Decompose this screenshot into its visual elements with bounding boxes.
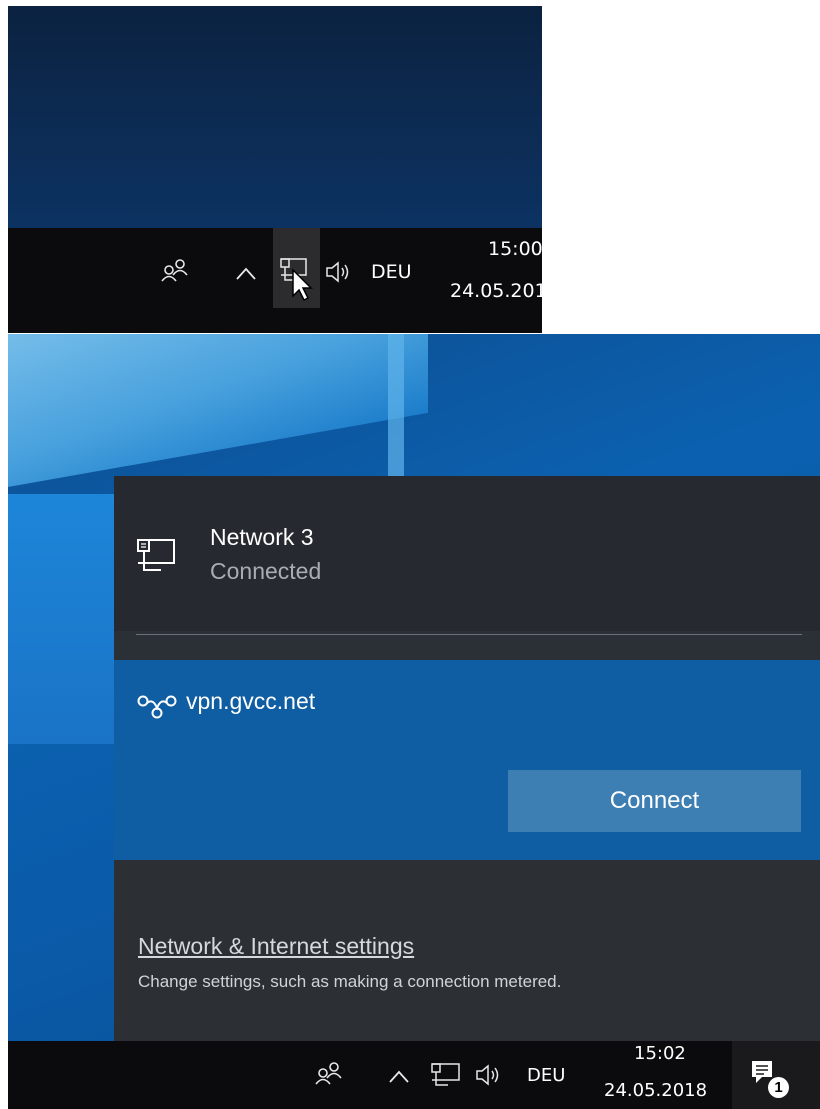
settings-description: Change settings, such as making a connec… [138, 972, 562, 991]
desktop-screenshot-after: Network 3 Connected vpn.gvcc.net Connect… [8, 334, 820, 1109]
clock-time[interactable]: 15:00 [488, 238, 542, 260]
clock-date[interactable]: 24.05.2018 [604, 1080, 707, 1101]
desktop-screenshot-before: DEU 15:00 24.05.201 [8, 6, 542, 333]
clock-time[interactable]: 15:02 [634, 1043, 686, 1064]
taskbar: DEU 15:00 24.05.201 [8, 228, 542, 333]
language-indicator[interactable]: DEU [527, 1065, 565, 1086]
divider [136, 634, 802, 635]
vpn-name: vpn.gvcc.net [186, 688, 316, 714]
vpn-icon [136, 692, 178, 720]
network-name: Network 3 [210, 524, 314, 550]
people-icon[interactable] [160, 256, 190, 286]
wallpaper-window-frame [388, 334, 404, 484]
network-item[interactable]: Network 3 Connected [114, 476, 820, 631]
speaker-volume-icon[interactable] [324, 260, 354, 284]
network-flyout: Network 3 Connected vpn.gvcc.net Connect… [114, 476, 820, 1041]
settings-section: Network & Internet settings Change setti… [114, 860, 820, 1041]
network-status: Connected [210, 558, 322, 584]
ethernet-network-icon [136, 536, 178, 576]
ethernet-network-icon[interactable] [430, 1061, 462, 1089]
language-indicator[interactable]: DEU [371, 261, 412, 283]
wallpaper-light-beam [8, 334, 428, 494]
taskbar: DEU 15:02 24.05.2018 1 [8, 1041, 820, 1109]
chevron-up-icon[interactable] [235, 264, 257, 282]
action-center-button[interactable]: 1 [732, 1041, 820, 1109]
wallpaper-window-pane [8, 494, 118, 744]
network-tray-button[interactable] [273, 228, 320, 308]
speaker-volume-icon[interactable] [474, 1063, 504, 1087]
clock-date[interactable]: 24.05.201 [450, 280, 542, 302]
notification-count-badge: 1 [768, 1077, 789, 1098]
network-settings-link[interactable]: Network & Internet settings [138, 933, 414, 960]
people-icon[interactable] [314, 1059, 344, 1089]
connect-button[interactable]: Connect [508, 770, 801, 832]
chevron-up-icon[interactable] [388, 1067, 410, 1085]
mouse-cursor-icon [291, 268, 317, 302]
